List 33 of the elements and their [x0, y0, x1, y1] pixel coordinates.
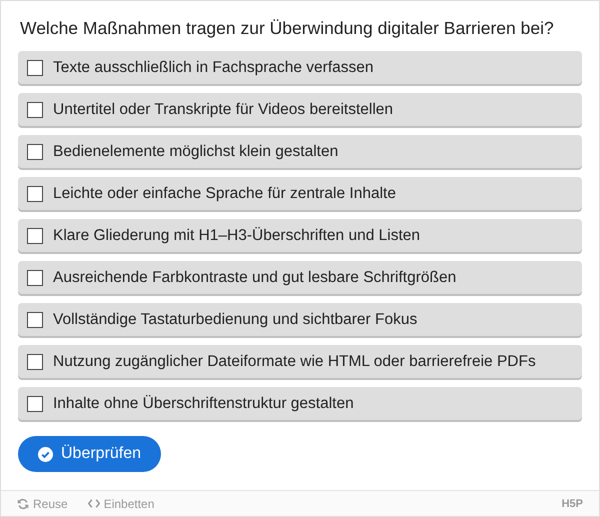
- checkbox[interactable]: [27, 144, 43, 160]
- answer-option[interactable]: Nutzung zugänglicher Dateiformate wie HTML oder barrierefreie PDFs: [18, 345, 582, 378]
- option-label: Leichte oder einfache Sprache für zentrale Inhalte: [53, 184, 396, 202]
- answer-option[interactable]: Texte ausschließlich in Fachsprache verfassen: [18, 51, 582, 84]
- checkbox[interactable]: [27, 396, 43, 412]
- checkbox[interactable]: [27, 312, 43, 328]
- option-label: Inhalte ohne Überschriftenstruktur gestalten: [53, 394, 354, 412]
- option-label: Nutzung zugänglicher Dateiformate wie HTML oder barrierefreie PDFs: [53, 352, 536, 370]
- option-label: Texte ausschließlich in Fachsprache verfassen: [53, 58, 374, 76]
- refresh-icon: [17, 498, 29, 510]
- answer-option[interactable]: Leichte oder einfache Sprache für zentrale Inhalte: [18, 177, 582, 210]
- option-label: Bedienelemente möglichst klein gestalten: [53, 142, 338, 160]
- checkbox[interactable]: [27, 186, 43, 202]
- option-label: Klare Gliederung mit H1–H3-Überschriften und Listen: [53, 226, 420, 244]
- answer-option[interactable]: Inhalte ohne Überschriftenstruktur gestalten: [18, 387, 582, 420]
- option-label: Untertitel oder Transkripte für Videos bereitstellen: [53, 100, 394, 118]
- question-text: Welche Maßnahmen tragen zur Überwindung digitaler Barrieren bei?: [20, 18, 555, 39]
- checkbox[interactable]: [27, 228, 43, 244]
- checkbox[interactable]: [27, 270, 43, 286]
- answer-option[interactable]: Vollständige Tastaturbedienung und sichtbarer Fokus: [18, 303, 582, 336]
- option-label: Vollständige Tastaturbedienung und sichtbarer Fokus: [53, 310, 418, 328]
- answer-option[interactable]: Untertitel oder Transkripte für Videos bereitstellen: [18, 93, 582, 126]
- answer-option[interactable]: Ausreichende Farbkontraste und gut lesbare Schriftgrößen: [18, 261, 582, 294]
- code-icon: [88, 499, 100, 508]
- logo: H5P: [562, 498, 583, 510]
- checkbox[interactable]: [27, 102, 43, 118]
- checkbox[interactable]: [27, 60, 43, 76]
- option-label: Ausreichende Farbkontraste und gut lesbare Schriftgrößen: [53, 268, 456, 286]
- check-button[interactable]: Überprüfen: [18, 436, 162, 472]
- checkbox[interactable]: [27, 354, 43, 370]
- answer-option[interactable]: Bedienelemente möglichst klein gestalten: [18, 135, 582, 168]
- answer-option[interactable]: Klare Gliederung mit H1–H3-Überschriften und Listen: [18, 219, 582, 252]
- check-circle-icon: [38, 446, 53, 462]
